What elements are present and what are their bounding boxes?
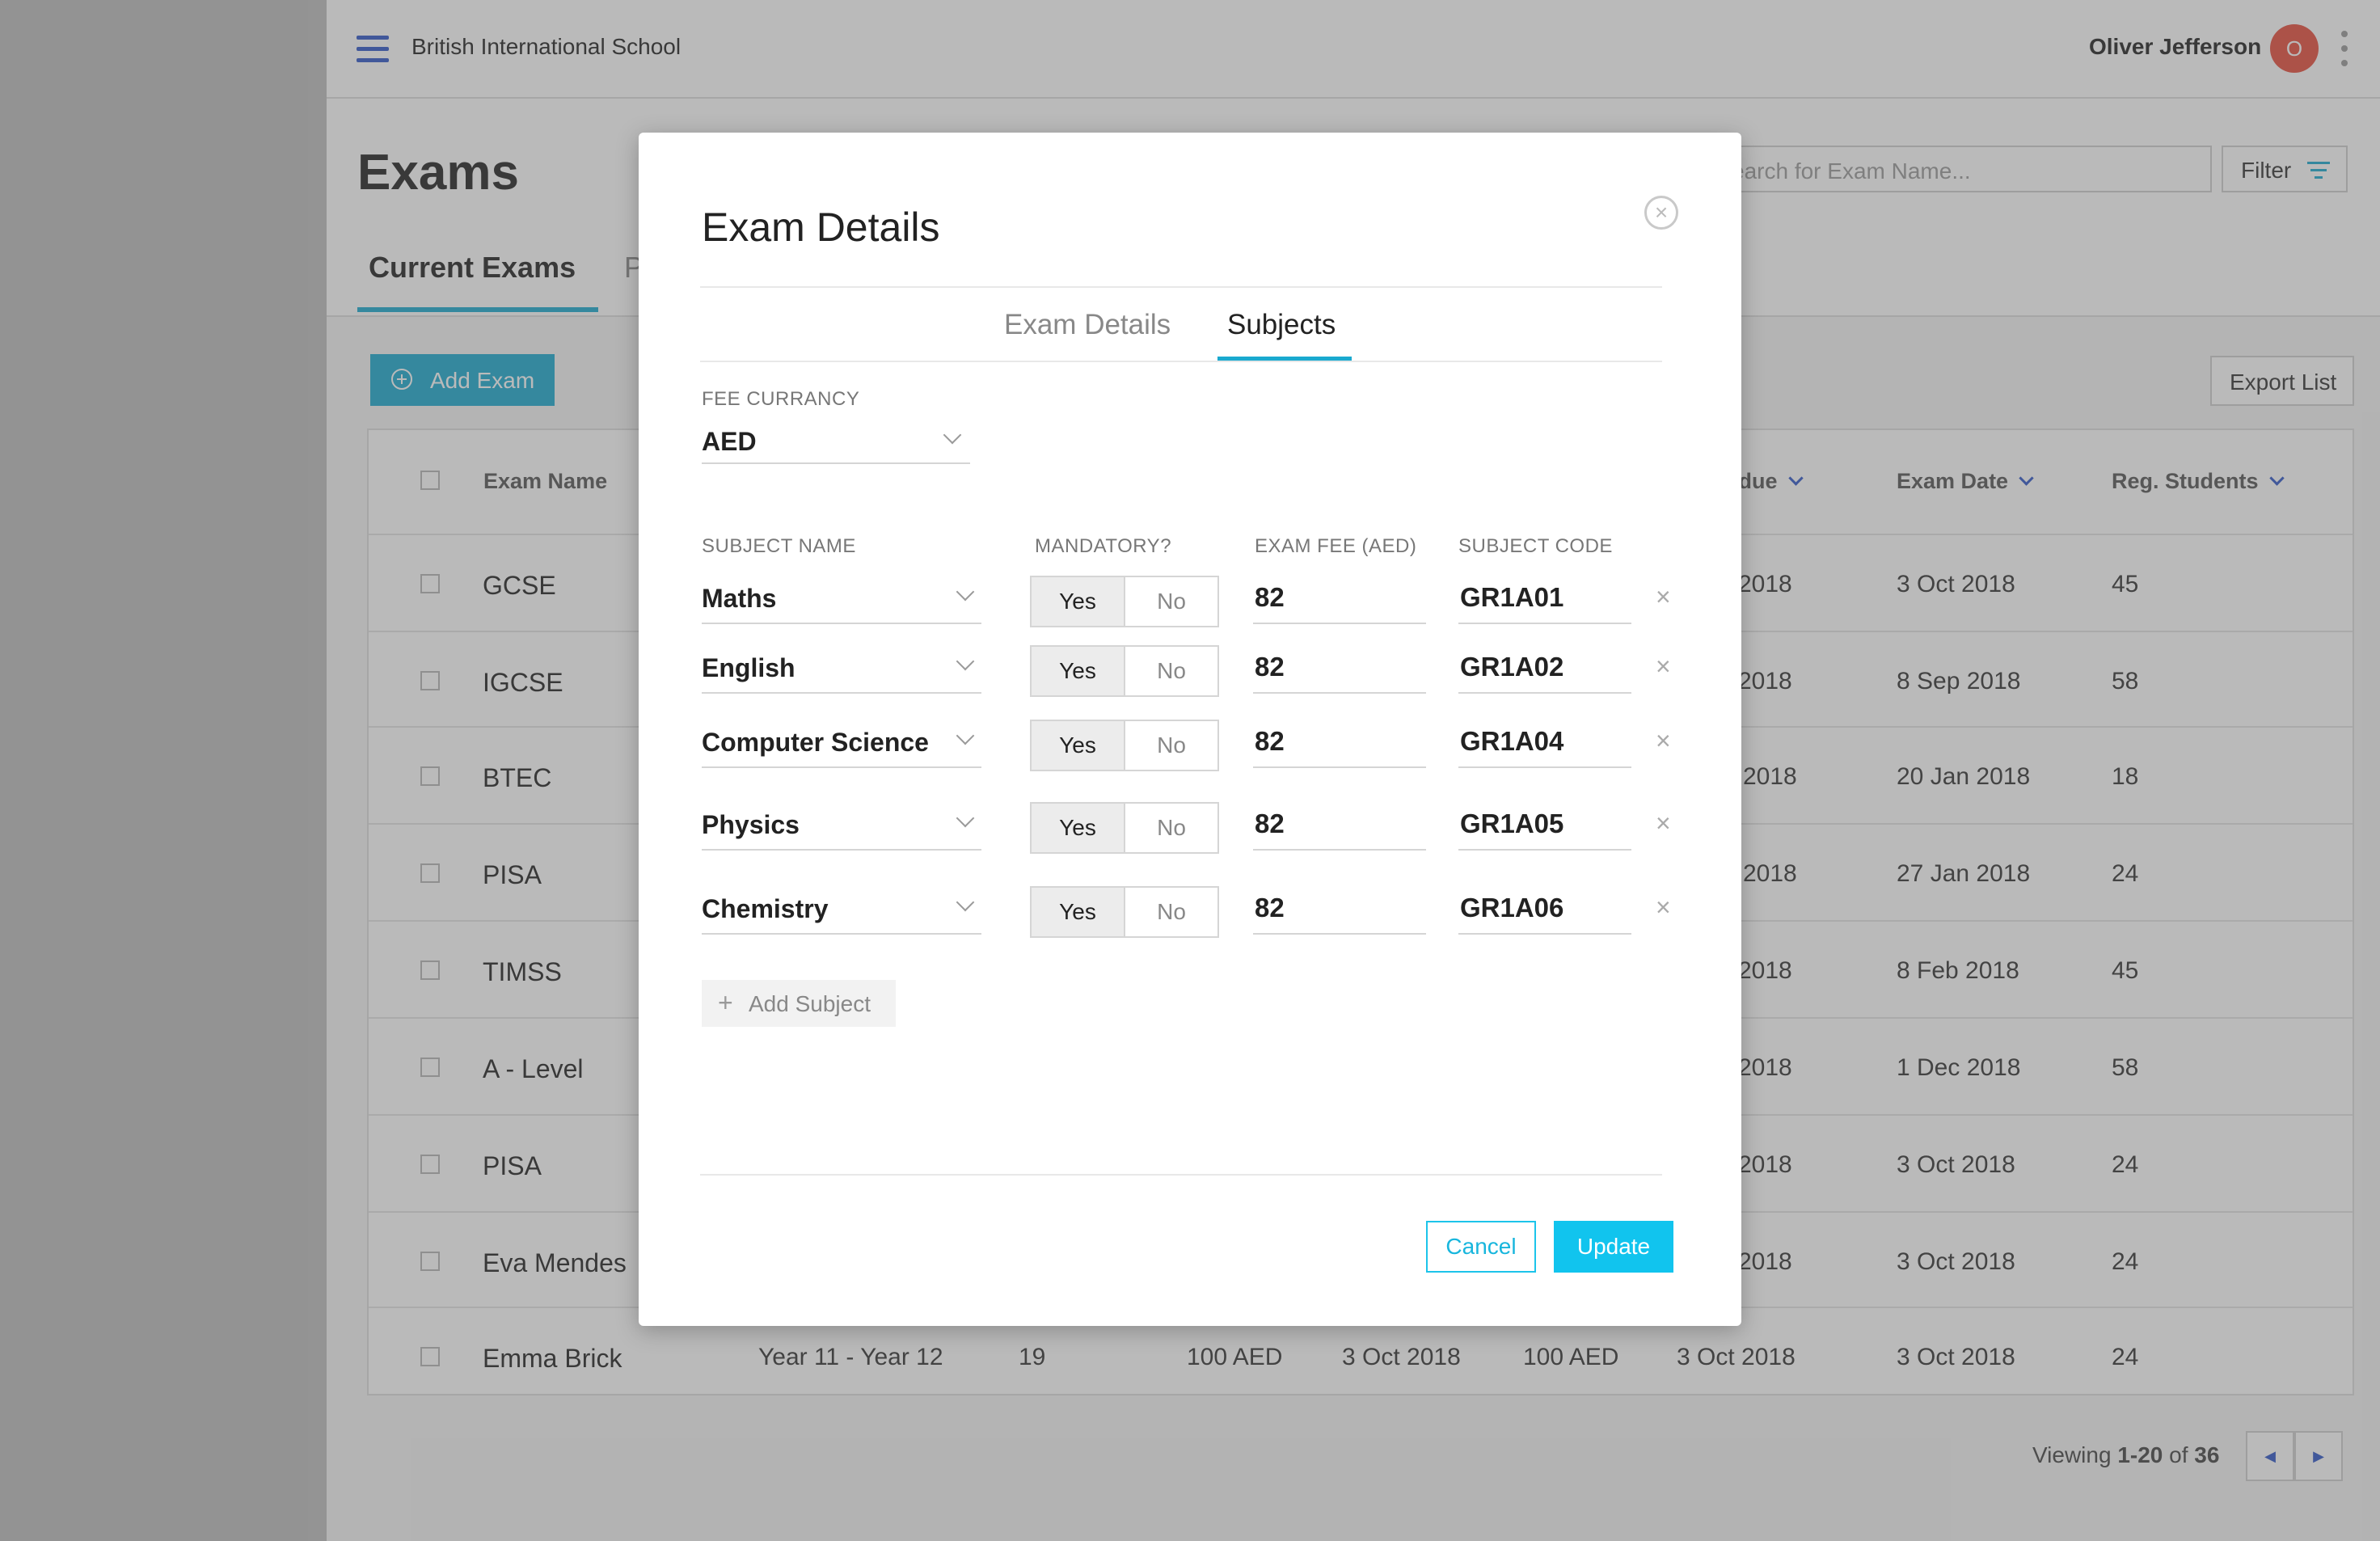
fee-currency-label: FEE CURRANCY <box>702 388 860 410</box>
yes-option[interactable]: Yes <box>1032 721 1125 770</box>
no-option[interactable]: No <box>1125 888 1217 936</box>
no-option[interactable]: No <box>1125 804 1217 852</box>
subject-name: Computer Science <box>702 728 929 757</box>
remove-icon[interactable]: × <box>1656 893 1671 922</box>
exam-fee-input[interactable]: 82 <box>1253 718 1426 768</box>
exam-fee-input[interactable]: 82 <box>1253 644 1426 694</box>
update-button[interactable]: Update <box>1554 1221 1673 1273</box>
subject-select[interactable]: Physics <box>702 800 981 851</box>
subject-code-input[interactable]: GR1A05 <box>1458 800 1631 851</box>
exam-fee-value: 82 <box>1255 726 1285 756</box>
exam-fee-value: 82 <box>1255 582 1285 612</box>
remove-icon[interactable]: × <box>1656 582 1671 612</box>
remove-icon[interactable]: × <box>1656 726 1671 756</box>
col-subject-name: SUBJECT NAME <box>702 535 856 557</box>
exam-fee-value: 82 <box>1255 893 1285 922</box>
col-subject-code: SUBJECT CODE <box>1458 535 1613 557</box>
chevron-down-icon <box>956 726 975 745</box>
subject-code-input[interactable]: GR1A01 <box>1458 574 1631 624</box>
subject-name: Physics <box>702 810 800 839</box>
tab-subjects[interactable]: Subjects <box>1227 309 1336 341</box>
remove-icon[interactable]: × <box>1656 808 1671 838</box>
exam-details-modal: Exam Details × Exam Details Subjects FEE… <box>639 133 1741 1326</box>
exam-fee-input[interactable]: 82 <box>1253 800 1426 851</box>
mandatory-toggle[interactable]: Yes No <box>1030 645 1219 697</box>
subject-code-input[interactable]: GR1A02 <box>1458 644 1631 694</box>
subject-select[interactable]: Maths <box>702 574 981 624</box>
mandatory-toggle[interactable]: Yes No <box>1030 802 1219 854</box>
subject-select[interactable]: Computer Science <box>702 718 981 768</box>
subject-code-value: GR1A05 <box>1460 808 1564 838</box>
subject-name: Chemistry <box>702 894 829 923</box>
modal-title: Exam Details <box>702 205 940 250</box>
divider <box>700 361 1662 362</box>
yes-option[interactable]: Yes <box>1032 888 1125 936</box>
col-exam-fee: EXAM FEE (AED) <box>1255 535 1417 557</box>
mandatory-toggle[interactable]: Yes No <box>1030 720 1219 771</box>
exam-fee-input[interactable]: 82 <box>1253 574 1426 624</box>
subject-code-value: GR1A02 <box>1460 652 1564 682</box>
chevron-down-icon <box>956 652 975 671</box>
subject-select[interactable]: English <box>702 644 981 694</box>
subject-name: Maths <box>702 584 777 613</box>
subject-code-value: GR1A01 <box>1460 582 1564 612</box>
chevron-down-icon <box>956 582 975 602</box>
subject-code-input[interactable]: GR1A06 <box>1458 884 1631 935</box>
remove-icon[interactable]: × <box>1656 652 1671 682</box>
divider <box>700 1174 1662 1176</box>
add-subject-label: Add Subject <box>749 991 871 1016</box>
subject-code-value: GR1A04 <box>1460 726 1564 756</box>
exam-fee-input[interactable]: 82 <box>1253 884 1426 935</box>
mandatory-toggle[interactable]: Yes No <box>1030 886 1219 938</box>
add-subject-button[interactable]: + Add Subject <box>702 980 896 1027</box>
exam-fee-value: 82 <box>1255 652 1285 682</box>
tab-exam-details[interactable]: Exam Details <box>1004 309 1171 341</box>
subject-code-input[interactable]: GR1A04 <box>1458 718 1631 768</box>
subject-name: English <box>702 653 795 682</box>
divider <box>700 286 1662 288</box>
yes-option[interactable]: Yes <box>1032 577 1125 626</box>
fee-currency-value: AED <box>702 427 757 456</box>
chevron-down-icon <box>956 808 975 828</box>
exam-fee-value: 82 <box>1255 808 1285 838</box>
close-icon[interactable]: × <box>1644 196 1678 230</box>
fee-currency-select[interactable]: AED <box>702 417 970 464</box>
plus-icon: + <box>718 988 733 1017</box>
chevron-down-icon <box>956 893 975 912</box>
no-option[interactable]: No <box>1125 577 1217 626</box>
col-mandatory: MANDATORY? <box>1035 535 1172 557</box>
chevron-down-icon <box>943 425 962 445</box>
subject-code-value: GR1A06 <box>1460 893 1564 922</box>
yes-option[interactable]: Yes <box>1032 804 1125 852</box>
cancel-button[interactable]: Cancel <box>1426 1221 1536 1273</box>
mandatory-toggle[interactable]: Yes No <box>1030 576 1219 627</box>
no-option[interactable]: No <box>1125 721 1217 770</box>
yes-option[interactable]: Yes <box>1032 647 1125 695</box>
subject-select[interactable]: Chemistry <box>702 884 981 935</box>
no-option[interactable]: No <box>1125 647 1217 695</box>
